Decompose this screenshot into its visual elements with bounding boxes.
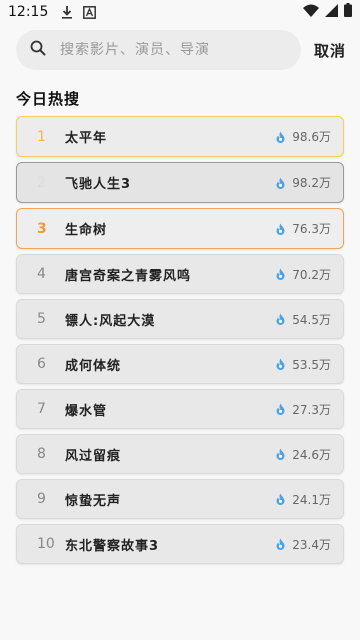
heat-value: 24.1万 (275, 491, 331, 508)
list-item[interactable]: 5 镖人:风起大漠 54.5万 (16, 299, 344, 339)
flame-icon (275, 313, 287, 325)
heat-text: 76.3万 (292, 222, 331, 236)
flame-icon (275, 268, 287, 280)
rank-number: 7 (37, 401, 46, 417)
movie-title: 风过留痕 (65, 448, 122, 464)
rank-number: 8 (37, 446, 46, 462)
status-bar: 12:15 (0, 0, 360, 24)
rank-number: 4 (37, 266, 46, 282)
rank-number: 2 (37, 174, 46, 191)
movie-title: 爆水管 (65, 403, 108, 419)
list-item[interactable]: 6 成何体统 53.5万 (16, 344, 344, 384)
flame-icon (275, 538, 287, 550)
heat-value: 27.3万 (275, 401, 331, 418)
rank-number: 6 (37, 356, 46, 372)
movie-title: 唐宫奇案之青雾风鸣 (65, 268, 192, 284)
search-row: 取消 (16, 30, 346, 70)
flame-icon (275, 131, 287, 143)
movie-title: 生命树 (65, 223, 108, 238)
heat-value: 54.5万 (275, 311, 331, 328)
heat-text: 23.4万 (292, 537, 331, 552)
list-item[interactable]: 10 东北警察故事3 23.4万 (16, 524, 344, 564)
flame-icon (275, 493, 287, 505)
list-item[interactable]: 4 唐宫奇案之青雾风鸣 70.2万 (16, 254, 344, 294)
heat-value: 23.4万 (275, 536, 331, 553)
movie-title: 镖人:风起大漠 (65, 313, 156, 329)
rank-number: 5 (37, 311, 46, 327)
text-box-icon (82, 5, 96, 19)
list-item[interactable]: 2 飞驰人生3 98.2万 (16, 162, 344, 203)
search-box[interactable] (16, 30, 301, 70)
heat-text: 70.2万 (292, 267, 331, 282)
heat-value: 76.3万 (275, 220, 331, 237)
list-item[interactable]: 3 生命树 76.3万 (16, 208, 344, 249)
rank-number: 10 (37, 536, 55, 552)
heat-text: 54.5万 (292, 312, 331, 327)
list-item[interactable]: 8 风过留痕 24.6万 (16, 434, 344, 474)
battery-icon (344, 3, 352, 21)
cancel-button[interactable]: 取消 (314, 40, 346, 61)
heat-text: 98.6万 (292, 130, 331, 144)
flame-icon (275, 177, 287, 189)
wifi-icon (303, 4, 319, 21)
heat-value: 98.6万 (275, 128, 331, 145)
search-input[interactable] (60, 42, 260, 58)
list-item[interactable]: 7 爆水管 27.3万 (16, 389, 344, 429)
movie-title: 惊蛰无声 (65, 493, 122, 509)
status-time: 12:15 (8, 4, 49, 20)
movie-title: 成何体统 (65, 358, 122, 374)
flame-icon (275, 358, 287, 370)
heat-text: 98.2万 (292, 176, 331, 190)
flame-icon (275, 448, 287, 460)
section-title: 今日热搜 (16, 90, 81, 108)
list-item[interactable]: 1 太平年 98.6万 (16, 116, 344, 157)
heat-value: 53.5万 (275, 356, 331, 373)
flame-icon (275, 403, 287, 415)
heat-value: 70.2万 (275, 266, 331, 283)
signal-icon (325, 3, 338, 21)
list-item[interactable]: 9 惊蛰无声 24.1万 (16, 479, 344, 519)
hot-search-list: 1 太平年 98.6万 2 飞驰人生3 98.2万 3 生命树 76.3万 4 唐宫奇案之青雾风鸣 7… (16, 116, 344, 569)
heat-value: 24.6万 (275, 446, 331, 463)
rank-number: 3 (37, 220, 47, 237)
heat-text: 24.6万 (292, 447, 331, 462)
heat-text: 24.1万 (292, 492, 331, 507)
search-icon (30, 40, 46, 60)
rank-number: 9 (37, 491, 46, 507)
download-icon (60, 5, 74, 19)
flame-icon (275, 223, 287, 235)
heat-value: 98.2万 (275, 174, 331, 191)
movie-title: 太平年 (65, 131, 108, 146)
rank-number: 1 (37, 128, 46, 145)
movie-title: 飞驰人生3 (65, 177, 132, 192)
heat-text: 27.3万 (292, 402, 331, 417)
movie-title: 东北警察故事3 (65, 538, 160, 554)
heat-text: 53.5万 (292, 357, 331, 372)
